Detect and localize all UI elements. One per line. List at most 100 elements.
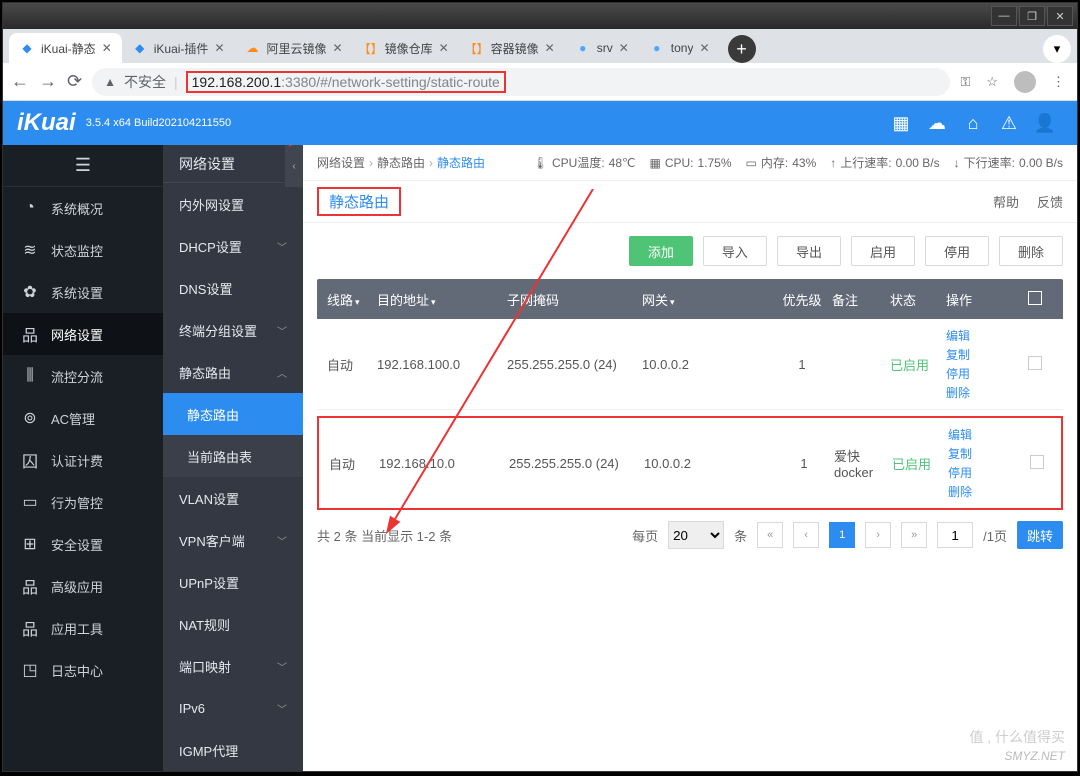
select-all-checkbox[interactable] (1028, 291, 1042, 305)
tab-title: iKuai-静态 (41, 40, 96, 57)
browser-tab[interactable]: ☁阿里云镜像✕ (235, 33, 353, 63)
sidebar2-item[interactable]: DNS设置 (163, 267, 303, 309)
sidebar2-item[interactable]: 端口映射﹀ (163, 645, 303, 687)
pager-page-input[interactable] (937, 522, 973, 548)
sidebar-item[interactable]: ✿系统设置 (3, 271, 163, 313)
window-close[interactable]: ✕ (1047, 6, 1073, 26)
import-button[interactable]: 导入 (703, 236, 767, 266)
sidebar2-label: UPnP设置 (179, 573, 239, 592)
tab-close-icon[interactable]: ✕ (545, 41, 555, 55)
nav-back-icon[interactable]: ← (11, 71, 29, 92)
tabs-overflow-icon[interactable]: ▾ (1043, 35, 1071, 63)
pager-next-icon[interactable]: › (865, 522, 891, 548)
cell-note: 爱快docker (834, 446, 892, 480)
breadcrumb-item[interactable]: 网络设置 (317, 154, 365, 171)
row-edit-link[interactable]: 编辑 (948, 426, 1020, 443)
enable-button[interactable]: 启用 (851, 236, 915, 266)
sidebar2-item[interactable]: 内外网设置 (163, 183, 303, 225)
sidebar2-item[interactable]: VLAN设置 (163, 477, 303, 519)
sidebar2-subitem[interactable]: 当前路由表 (163, 435, 303, 477)
feedback-link[interactable]: 反馈 (1037, 192, 1063, 211)
sidebar-item[interactable]: 品高级应用 (3, 565, 163, 607)
row-copy-link[interactable]: 复制 (946, 346, 1018, 363)
sidebar2-item[interactable]: NAT规则 (163, 603, 303, 645)
browser-menu-icon[interactable]: ⋮ (1052, 74, 1065, 90)
address-bar[interactable]: ▲ 不安全 | 192.168.200.1:3380/#/network-set… (92, 68, 950, 96)
memory-icon: ▭ (746, 156, 757, 170)
new-tab-button[interactable]: + (728, 35, 756, 63)
tab-close-icon[interactable]: ✕ (333, 41, 343, 55)
window-maximize[interactable]: ❐ (1019, 6, 1045, 26)
sidebar-item[interactable]: ⊚AC管理 (3, 397, 163, 439)
sidebar-item[interactable]: ≋状态监控 (3, 229, 163, 271)
row-disable-link[interactable]: 停用 (946, 365, 1018, 382)
sidebar2-item[interactable]: IGMP代理 (163, 729, 303, 771)
sidebar-icon: ≋ (21, 240, 39, 260)
sidebar-icon: ▭ (21, 492, 39, 512)
sidebar-collapse-icon[interactable]: ☰ (3, 145, 163, 187)
sidebar-item[interactable]: 品应用工具 (3, 607, 163, 649)
key-icon[interactable]: ⚿ (960, 74, 970, 90)
sidebar-item[interactable]: ⫼流控分流 (3, 355, 163, 397)
row-copy-link[interactable]: 复制 (948, 445, 1020, 462)
window-minimize[interactable]: — (991, 6, 1017, 26)
header-home-icon[interactable]: ⌂ (955, 113, 991, 134)
sidebar2-collapse-icon[interactable]: ‹ (285, 145, 303, 187)
pager-jump-button[interactable]: 跳转 (1017, 521, 1063, 549)
sidebar-label: 行为管控 (51, 493, 103, 512)
nav-forward-icon[interactable]: → (39, 71, 57, 92)
breadcrumb-item[interactable]: 静态路由 (377, 154, 425, 171)
sidebar-item[interactable]: 囚认证计费 (3, 439, 163, 481)
browser-tab[interactable]: ◆iKuai-静态✕ (9, 33, 122, 63)
export-button[interactable]: 导出 (777, 236, 841, 266)
pager-page-1[interactable]: 1 (829, 522, 855, 548)
sidebar-item[interactable]: ⊞安全设置 (3, 523, 163, 565)
tab-close-icon[interactable]: ✕ (439, 41, 449, 55)
sidebar-item[interactable]: ◔系统概况 (3, 187, 163, 229)
chevron-icon: ﹀ (277, 701, 287, 716)
help-link[interactable]: 帮助 (993, 192, 1019, 211)
header-alert-icon[interactable]: ⚠ (991, 113, 1027, 134)
sidebar2-item[interactable]: VPN客户端﹀ (163, 519, 303, 561)
sidebar-item[interactable]: ▭ 行为管控 (3, 481, 163, 523)
add-button[interactable]: 添加 (629, 236, 693, 266)
sidebar2-item[interactable]: IPv6﹀ (163, 687, 303, 729)
row-checkbox[interactable] (1028, 356, 1042, 370)
sidebar2-item[interactable]: 终端分组设置﹀ (163, 309, 303, 351)
sidebar2-subitem[interactable]: 静态路由 (163, 393, 303, 435)
profile-avatar[interactable] (1014, 71, 1036, 93)
tab-close-icon[interactable]: ✕ (102, 41, 112, 55)
pager-last-icon[interactable]: » (901, 522, 927, 548)
header-apps-icon[interactable]: ▦ (883, 113, 919, 134)
row-checkbox[interactable] (1030, 455, 1044, 469)
tab-static-route[interactable]: 静态路由 (317, 187, 401, 216)
tab-close-icon[interactable]: ✕ (619, 41, 629, 55)
tab-close-icon[interactable]: ✕ (699, 41, 709, 55)
disable-button[interactable]: 停用 (925, 236, 989, 266)
sidebar-item[interactable]: ◳日志中心 (3, 649, 163, 691)
sidebar2-item[interactable]: UPnP设置 (163, 561, 303, 603)
sidebar2-item[interactable]: DHCP设置﹀ (163, 225, 303, 267)
browser-tab[interactable]: ◆iKuai-插件✕ (122, 33, 235, 63)
pager-prev-icon[interactable]: ‹ (793, 522, 819, 548)
header-cloud-icon[interactable]: ☁ (919, 113, 955, 134)
tab-close-icon[interactable]: ✕ (214, 41, 224, 55)
browser-tab[interactable]: ●srv✕ (565, 33, 639, 63)
row-disable-link[interactable]: 停用 (948, 464, 1020, 481)
per-page-select[interactable]: 20 (668, 521, 724, 549)
browser-tab[interactable]: ●tony✕ (639, 33, 720, 63)
sidebar-icon: ◔ (21, 199, 39, 217)
row-delete-link[interactable]: 删除 (948, 483, 1020, 500)
header-user-icon[interactable]: 👤 (1027, 113, 1063, 134)
sidebar-item[interactable]: 品网络设置 (3, 313, 163, 355)
delete-button[interactable]: 删除 (999, 236, 1063, 266)
pager-first-icon[interactable]: « (757, 522, 783, 548)
sidebar2-item[interactable]: 静态路由︿ (163, 351, 303, 393)
cell-status: 已启用 (890, 355, 946, 374)
row-edit-link[interactable]: 编辑 (946, 327, 1018, 344)
bookmark-icon[interactable]: ☆ (986, 74, 998, 90)
browser-tab[interactable]: 【】容器镜像✕ (459, 33, 565, 63)
nav-reload-icon[interactable]: ⟳ (67, 71, 82, 92)
row-delete-link[interactable]: 删除 (946, 384, 1018, 401)
browser-tab[interactable]: 【】镜像仓库✕ (353, 33, 459, 63)
